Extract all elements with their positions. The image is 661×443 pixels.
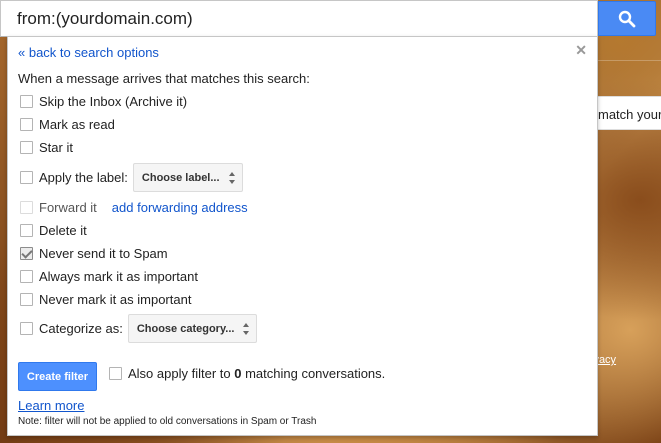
background-divider [598,60,661,61]
mark-read-checkbox[interactable] [20,117,33,131]
choose-category-value: Choose category... [136,322,235,335]
apply-prefix-text: Also apply filter to [128,365,231,381]
filter-note: Note: filter will not be applied to old … [18,416,317,427]
apply-label-checkbox[interactable] [20,171,33,184]
option-apply-label[interactable]: Apply the label: Choose label... [20,163,243,192]
apply-count: 0 [234,365,242,381]
choose-category-select[interactable]: Choose category... [127,314,258,343]
skip-inbox-label: Skip the Inbox (Archive it) [39,93,188,109]
star-label: Star it [39,139,73,155]
option-never-spam[interactable]: Never send it to Spam [20,243,168,263]
forward-checkbox[interactable] [20,200,33,214]
never-important-checkbox[interactable] [20,292,33,306]
option-mark-read[interactable]: Mark as read [20,114,115,134]
back-to-search-options-link[interactable]: « back to search options [18,45,159,60]
search-icon [618,10,636,27]
mark-read-label: Mark as read [39,116,115,132]
learn-more-link[interactable]: Learn more [18,398,84,413]
apply-label-label: Apply the label: [39,170,128,185]
categorize-label: Categorize as: [39,321,123,336]
search-button[interactable] [598,1,656,36]
apply-existing-checkbox[interactable] [109,366,122,380]
close-icon[interactable]: ✕ [575,42,587,59]
option-star[interactable]: Star it [20,137,73,157]
select-arrows-icon [243,323,250,335]
select-arrows-icon [228,172,236,184]
apply-existing-option[interactable]: Also apply filter to 0 matching conversa… [109,363,385,383]
skip-inbox-checkbox[interactable] [20,94,33,108]
create-filter-button[interactable]: Create filter [18,362,97,391]
delete-label: Delete it [39,222,87,238]
categorize-checkbox[interactable] [20,322,33,335]
filter-intro-text: When a message arrives that matches this… [18,71,310,86]
option-skip-inbox[interactable]: Skip the Inbox (Archive it) [20,91,187,111]
always-important-label: Always mark it as important [39,268,198,284]
option-categorize[interactable]: Categorize as: Choose category... [20,314,258,343]
search-input[interactable] [17,9,577,29]
choose-label-select[interactable]: Choose label... [132,163,243,192]
option-always-important[interactable]: Always mark it as important [20,266,198,286]
never-important-label: Never mark it as important [39,291,192,307]
option-never-important[interactable]: Never mark it as important [20,289,191,309]
forward-label: Forward it [39,199,97,215]
star-checkbox[interactable] [20,140,33,154]
apply-existing-label: Also apply filter to 0 matching conversa… [128,366,385,381]
apply-suffix-text: matching conversations. [245,365,386,381]
filter-dialog: « back to search options ✕ When a messag… [7,36,598,436]
choose-label-value: Choose label... [141,171,220,184]
always-important-checkbox[interactable] [20,269,33,283]
option-delete[interactable]: Delete it [20,220,87,240]
never-spam-checkbox[interactable] [20,246,33,260]
delete-checkbox[interactable] [20,223,33,237]
search-bar [0,0,598,37]
add-forwarding-address-link[interactable]: add forwarding address [112,200,248,215]
background-panel-text: match your [598,107,661,122]
never-spam-label: Never send it to Spam [39,245,168,261]
background-privacy-link[interactable]: Privacy [594,354,634,366]
background-message-panel: match your [595,96,661,130]
option-forward[interactable]: Forward it add forwarding address [20,197,248,217]
